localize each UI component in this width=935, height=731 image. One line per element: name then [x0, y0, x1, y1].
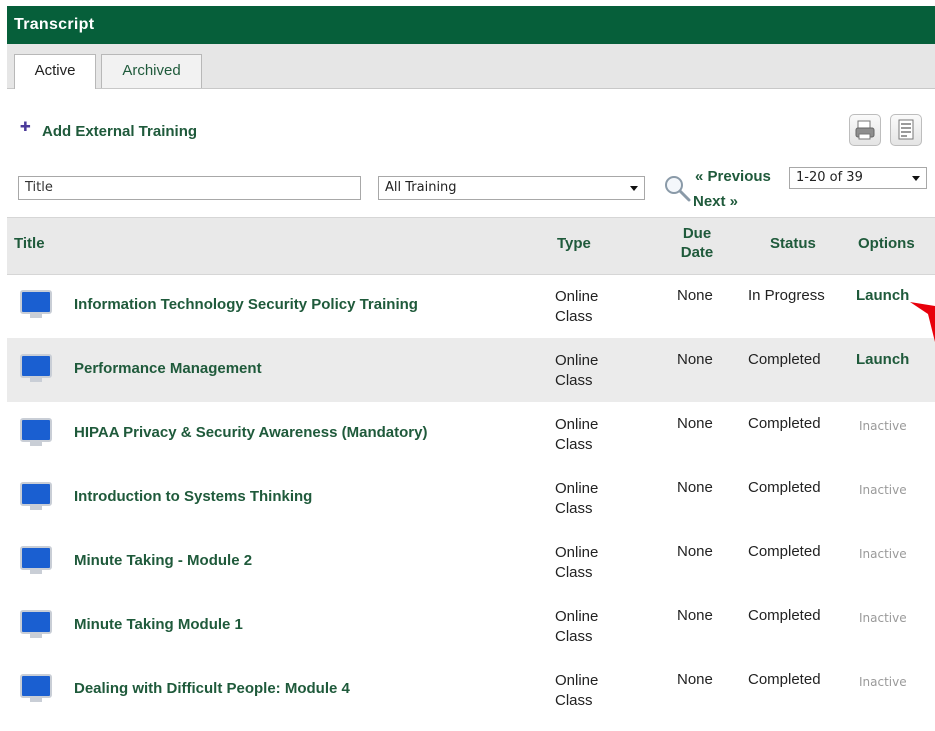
page-title-bar: Transcript: [7, 6, 935, 44]
table-row: Information Technology Security Policy T…: [7, 274, 935, 338]
course-title-link[interactable]: Dealing with Difficult People: Module 4: [74, 680, 350, 697]
monitor-icon: [20, 418, 52, 446]
due-date-cell: None: [677, 607, 713, 624]
column-header-due-date[interactable]: Due Date: [677, 224, 717, 262]
previous-page-link[interactable]: « Previous: [695, 168, 771, 185]
type-cell: Online Class: [555, 543, 598, 583]
status-cell: Completed: [748, 351, 821, 368]
chevron-down-icon: [630, 186, 638, 191]
column-header-options: Options: [858, 235, 915, 252]
table-row: Introduction to Systems Thinking Online C…: [7, 466, 935, 530]
type-line-1: Online: [555, 480, 599, 497]
launch-link[interactable]: Launch: [856, 287, 909, 304]
type-line-2: Class: [555, 308, 593, 325]
export-button[interactable]: [890, 114, 922, 146]
due-date-cell: None: [677, 287, 713, 304]
type-line-1: Online: [555, 608, 599, 625]
training-type-select[interactable]: All Training: [378, 176, 645, 200]
column-header-type[interactable]: Type: [557, 235, 591, 252]
type-line-1: Online: [555, 288, 599, 305]
monitor-icon: [20, 354, 52, 382]
course-title-link[interactable]: Minute Taking Module 1: [74, 616, 243, 633]
tab-strip: Active Archived: [7, 44, 935, 89]
inactive-label: Inactive: [859, 547, 907, 561]
course-title-link[interactable]: HIPAA Privacy & Security Awareness (Mand…: [74, 424, 427, 441]
status-cell: In Progress: [748, 287, 825, 304]
plus-icon[interactable]: ✚: [20, 120, 32, 133]
monitor-icon: [20, 290, 52, 318]
type-cell: Online Class: [555, 607, 598, 647]
table-row: Minute Taking - Module 2 Online Class Non…: [7, 530, 935, 594]
table-row: Minute Taking Module 1 Online Class None …: [7, 594, 935, 658]
launch-link[interactable]: Launch: [856, 351, 909, 368]
monitor-icon: [20, 674, 52, 702]
column-header-title[interactable]: Title: [14, 235, 45, 252]
type-line-2: Class: [555, 500, 593, 517]
title-filter-input[interactable]: Title: [18, 176, 361, 200]
course-title-link[interactable]: Introduction to Systems Thinking: [74, 488, 312, 505]
type-line-1: Online: [555, 416, 599, 433]
type-cell: Online Class: [555, 351, 598, 391]
next-page-link[interactable]: Next »: [693, 193, 738, 210]
table-row: HIPAA Privacy & Security Awareness (Mand…: [7, 402, 935, 466]
monitor-icon: [20, 546, 52, 574]
tab-archived[interactable]: Archived: [101, 54, 202, 88]
course-title-link[interactable]: Performance Management: [74, 360, 262, 377]
inactive-label: Inactive: [859, 419, 907, 433]
add-external-training-link[interactable]: Add External Training: [42, 123, 197, 140]
due-date-cell: None: [677, 351, 713, 368]
document-icon: [898, 119, 914, 140]
due-date-cell: None: [677, 479, 713, 496]
table-row: Dealing with Difficult People: Module 4 …: [7, 658, 935, 722]
inactive-label: Inactive: [859, 483, 907, 497]
status-cell: Completed: [748, 671, 821, 688]
type-line-1: Online: [555, 352, 599, 369]
chevron-down-icon: [912, 176, 920, 181]
type-cell: Online Class: [555, 479, 598, 519]
inactive-label: Inactive: [859, 675, 907, 689]
course-title-link[interactable]: Minute Taking - Module 2: [74, 552, 252, 569]
type-cell: Online Class: [555, 287, 598, 327]
table-row: Performance Management Online Class None …: [7, 338, 935, 402]
page-title: Transcript: [14, 16, 95, 33]
type-cell: Online Class: [555, 415, 598, 455]
print-button[interactable]: [849, 114, 881, 146]
type-line-2: Class: [555, 372, 593, 389]
type-cell: Online Class: [555, 671, 598, 711]
type-line-2: Class: [555, 564, 593, 581]
status-cell: Completed: [748, 479, 821, 496]
pointer-arrow-annotation: [910, 302, 935, 342]
due-date-cell: None: [677, 415, 713, 432]
search-icon[interactable]: [663, 174, 691, 202]
inactive-label: Inactive: [859, 611, 907, 625]
monitor-icon: [20, 482, 52, 510]
course-title-link[interactable]: Information Technology Security Policy T…: [74, 296, 418, 313]
type-line-2: Class: [555, 436, 593, 453]
type-line-1: Online: [555, 672, 599, 689]
table-header: Title Type Due Date Status Options: [7, 217, 935, 275]
type-line-2: Class: [555, 628, 593, 645]
status-cell: Completed: [748, 607, 821, 624]
status-cell: Completed: [748, 415, 821, 432]
status-cell: Completed: [748, 543, 821, 560]
page-range-value: 1-20 of 39: [796, 170, 863, 185]
monitor-icon: [20, 610, 52, 638]
tab-active[interactable]: Active: [14, 54, 96, 89]
printer-icon: [855, 120, 875, 140]
column-header-status[interactable]: Status: [770, 235, 816, 252]
page-range-select[interactable]: 1-20 of 39: [789, 167, 927, 189]
type-line-1: Online: [555, 544, 599, 561]
training-select-value: All Training: [385, 180, 457, 195]
type-line-2: Class: [555, 692, 593, 709]
due-date-cell: None: [677, 671, 713, 688]
due-date-cell: None: [677, 543, 713, 560]
